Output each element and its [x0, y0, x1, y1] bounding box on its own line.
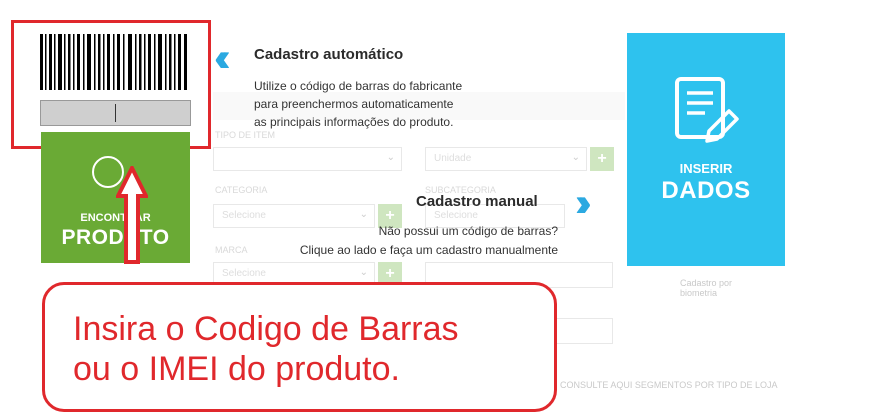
manual-desc-line: Não possui um código de barras?	[378, 224, 558, 238]
manual-registration-description: Não possui um código de barras? Clique a…	[280, 222, 558, 260]
insert-data-label-line1: INSERIR	[679, 161, 733, 176]
marca-label: MARCA	[215, 245, 248, 255]
chevron-down-icon: ⌄	[359, 209, 368, 220]
auto-desc-line: para preenchermos automaticamente	[254, 97, 454, 111]
unidade-value: Unidade	[434, 153, 472, 164]
chevron-down-icon: ⌄	[359, 267, 368, 278]
barcode-input[interactable]	[40, 100, 191, 126]
text-cursor	[115, 104, 116, 122]
callout-text: Insira o Codigo de Barras ou o IMEI do p…	[73, 309, 459, 389]
insert-data-button[interactable]: INSERIR DADOS	[627, 33, 785, 266]
categoria-label: CATEGORIA	[215, 185, 268, 195]
auto-registration-description: Utilize o código de barras do fabricante…	[254, 77, 544, 131]
chevron-down-icon: ⌄	[386, 152, 395, 163]
arrow-up-icon	[116, 166, 148, 264]
chevron-right-icon: ››	[575, 181, 591, 225]
marca-value: Selecione	[222, 268, 266, 279]
instruction-callout: Insira o Codigo de Barras ou o IMEI do p…	[42, 282, 557, 412]
manual-desc-line: Clique ao lado e faça um cadastro manual…	[299, 243, 558, 257]
edit-document-icon	[675, 77, 739, 143]
insert-data-label-line2: DADOS	[661, 177, 751, 204]
unidade-select: Unidade ⌄	[425, 147, 587, 171]
add-unidade-button: +	[590, 147, 614, 171]
auto-desc-line: as principais informações do produto.	[254, 115, 454, 129]
barcode-icon	[40, 34, 187, 90]
segmentos-link: CONSULTE AQUI SEGMENTOS POR TIPO DE LOJA	[560, 380, 778, 390]
chevron-down-icon: ⌄	[571, 152, 580, 163]
tipo-select: ⌄	[213, 147, 402, 171]
callout-line: Insira o Codigo de Barras	[73, 310, 459, 348]
auto-desc-line: Utilize o código de barras do fabricante	[254, 79, 463, 93]
subcategoria-value: Selecione	[434, 210, 478, 221]
biometria-text: Cadastro por biometria	[680, 278, 733, 298]
categoria-value: Selecione	[222, 210, 266, 221]
manual-registration-title: Cadastro manual	[416, 193, 538, 210]
chevron-left-icon: ‹‹	[214, 36, 230, 80]
tipo-label: TIPO DE ITEM	[215, 130, 276, 140]
auto-registration-title: Cadastro automático	[254, 46, 404, 63]
callout-line: ou o IMEI do produto.	[73, 350, 400, 388]
